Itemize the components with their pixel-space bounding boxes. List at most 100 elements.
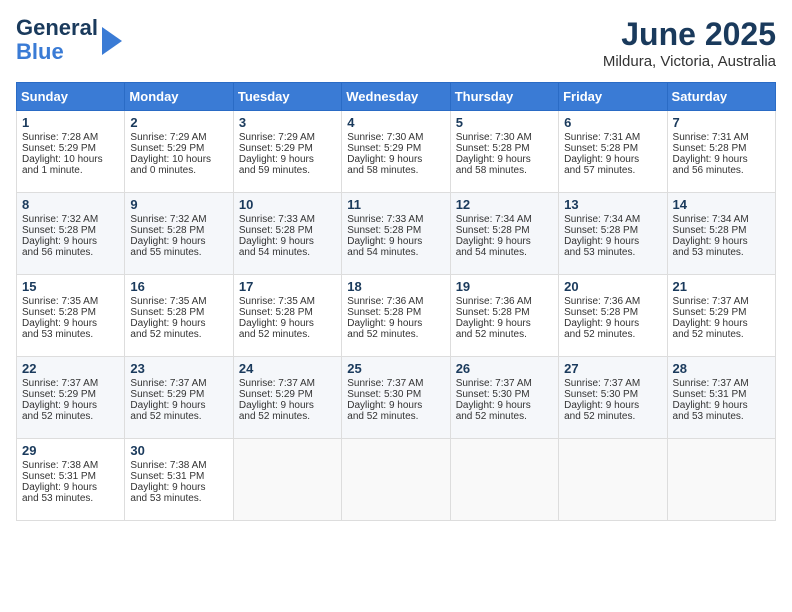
day-info-line: and 52 minutes. (564, 411, 661, 422)
day-info-line: and 52 minutes. (239, 411, 336, 422)
day-info-line: Sunset: 5:28 PM (239, 307, 336, 318)
calendar-cell: 2Sunrise: 7:29 AMSunset: 5:29 PMDaylight… (125, 111, 233, 193)
calendar-cell: 30Sunrise: 7:38 AMSunset: 5:31 PMDayligh… (125, 439, 233, 521)
day-info-line: Sunrise: 7:34 AM (673, 214, 770, 225)
calendar-cell (559, 439, 667, 521)
weekday-header-tuesday: Tuesday (233, 83, 341, 111)
day-info-line: Sunrise: 7:33 AM (239, 214, 336, 225)
day-info-line: and 59 minutes. (239, 165, 336, 176)
calendar-week-row: 29Sunrise: 7:38 AMSunset: 5:31 PMDayligh… (17, 439, 776, 521)
calendar-cell: 29Sunrise: 7:38 AMSunset: 5:31 PMDayligh… (17, 439, 125, 521)
calendar-cell: 7Sunrise: 7:31 AMSunset: 5:28 PMDaylight… (667, 111, 775, 193)
day-info-line: Daylight: 9 hours (673, 154, 770, 165)
day-info-line: Sunrise: 7:37 AM (22, 378, 119, 389)
day-info-line: and 53 minutes. (564, 247, 661, 258)
day-info-line: Daylight: 9 hours (22, 482, 119, 493)
day-info-line: and 53 minutes. (130, 493, 227, 504)
calendar-cell: 26Sunrise: 7:37 AMSunset: 5:30 PMDayligh… (450, 357, 558, 439)
day-info-line: Daylight: 9 hours (347, 154, 444, 165)
day-number: 3 (239, 115, 336, 130)
day-info-line: Sunset: 5:30 PM (564, 389, 661, 400)
day-number: 29 (22, 443, 119, 458)
day-info-line: Daylight: 10 hours (130, 154, 227, 165)
day-info-line: Daylight: 9 hours (130, 482, 227, 493)
calendar-cell: 28Sunrise: 7:37 AMSunset: 5:31 PMDayligh… (667, 357, 775, 439)
day-info-line: Sunset: 5:29 PM (239, 143, 336, 154)
day-number: 26 (456, 361, 553, 376)
day-info-line: Daylight: 9 hours (239, 318, 336, 329)
day-info-line: Sunrise: 7:34 AM (564, 214, 661, 225)
day-number: 18 (347, 279, 444, 294)
day-info-line: Sunrise: 7:38 AM (22, 460, 119, 471)
day-info-line: Sunrise: 7:35 AM (22, 296, 119, 307)
day-info-line: Sunrise: 7:37 AM (130, 378, 227, 389)
day-info-line: and 53 minutes. (22, 493, 119, 504)
day-info-line: Sunrise: 7:35 AM (130, 296, 227, 307)
day-info-line: Sunrise: 7:37 AM (347, 378, 444, 389)
day-info-line: and 54 minutes. (239, 247, 336, 258)
logo: GeneralBlue (16, 16, 122, 64)
title-block: June 2025 Mildura, Victoria, Australia (603, 16, 776, 70)
day-info-line: Daylight: 9 hours (673, 400, 770, 411)
day-info-line: and 0 minutes. (130, 165, 227, 176)
day-info-line: Daylight: 9 hours (673, 318, 770, 329)
calendar-cell (233, 439, 341, 521)
day-info-line: Daylight: 10 hours (22, 154, 119, 165)
day-info-line: Sunset: 5:28 PM (347, 307, 444, 318)
day-info-line: Sunrise: 7:37 AM (239, 378, 336, 389)
calendar-cell: 17Sunrise: 7:35 AMSunset: 5:28 PMDayligh… (233, 275, 341, 357)
calendar-cell (450, 439, 558, 521)
day-info-line: Sunrise: 7:37 AM (673, 378, 770, 389)
calendar-cell: 15Sunrise: 7:35 AMSunset: 5:28 PMDayligh… (17, 275, 125, 357)
day-info-line: Sunrise: 7:37 AM (673, 296, 770, 307)
day-info-line: Sunrise: 7:30 AM (456, 132, 553, 143)
day-number: 15 (22, 279, 119, 294)
day-info-line: Sunrise: 7:33 AM (347, 214, 444, 225)
day-info-line: Sunset: 5:28 PM (22, 307, 119, 318)
logo-text: GeneralBlue (16, 16, 98, 64)
day-info-line: Sunrise: 7:29 AM (130, 132, 227, 143)
day-info-line: Sunrise: 7:28 AM (22, 132, 119, 143)
day-info-line: Sunset: 5:28 PM (456, 143, 553, 154)
day-info-line: and 52 minutes. (130, 411, 227, 422)
day-info-line: Daylight: 9 hours (239, 154, 336, 165)
day-info-line: Daylight: 9 hours (564, 400, 661, 411)
weekday-header-monday: Monday (125, 83, 233, 111)
day-info-line: Sunset: 5:28 PM (564, 307, 661, 318)
day-info-line: Daylight: 9 hours (130, 236, 227, 247)
calendar-cell: 20Sunrise: 7:36 AMSunset: 5:28 PMDayligh… (559, 275, 667, 357)
location: Mildura, Victoria, Australia (603, 53, 776, 70)
day-info-line: Daylight: 9 hours (239, 236, 336, 247)
day-number: 4 (347, 115, 444, 130)
calendar-cell: 8Sunrise: 7:32 AMSunset: 5:28 PMDaylight… (17, 193, 125, 275)
day-info-line: and 58 minutes. (456, 165, 553, 176)
calendar-cell (667, 439, 775, 521)
day-info-line: Daylight: 9 hours (347, 400, 444, 411)
weekday-header-saturday: Saturday (667, 83, 775, 111)
day-info-line: Daylight: 9 hours (239, 400, 336, 411)
day-info-line: and 53 minutes. (673, 247, 770, 258)
calendar-cell: 25Sunrise: 7:37 AMSunset: 5:30 PMDayligh… (342, 357, 450, 439)
day-number: 8 (22, 197, 119, 212)
day-info-line: and 52 minutes. (347, 411, 444, 422)
calendar-cell: 22Sunrise: 7:37 AMSunset: 5:29 PMDayligh… (17, 357, 125, 439)
day-number: 24 (239, 361, 336, 376)
day-info-line: and 1 minute. (22, 165, 119, 176)
calendar-cell: 3Sunrise: 7:29 AMSunset: 5:29 PMDaylight… (233, 111, 341, 193)
month-title: June 2025 (603, 16, 776, 53)
calendar-cell: 21Sunrise: 7:37 AMSunset: 5:29 PMDayligh… (667, 275, 775, 357)
day-number: 27 (564, 361, 661, 376)
day-info-line: Sunset: 5:28 PM (130, 307, 227, 318)
day-info-line: Sunrise: 7:37 AM (564, 378, 661, 389)
page-header: GeneralBlue June 2025 Mildura, Victoria,… (16, 16, 776, 70)
day-info-line: and 53 minutes. (22, 329, 119, 340)
day-info-line: and 52 minutes. (347, 329, 444, 340)
day-info-line: Daylight: 9 hours (456, 400, 553, 411)
day-info-line: Sunrise: 7:32 AM (22, 214, 119, 225)
day-number: 30 (130, 443, 227, 458)
day-info-line: Sunrise: 7:38 AM (130, 460, 227, 471)
day-info-line: Daylight: 9 hours (456, 318, 553, 329)
day-info-line: and 52 minutes. (564, 329, 661, 340)
day-info-line: Daylight: 9 hours (347, 236, 444, 247)
day-info-line: Sunset: 5:29 PM (347, 143, 444, 154)
